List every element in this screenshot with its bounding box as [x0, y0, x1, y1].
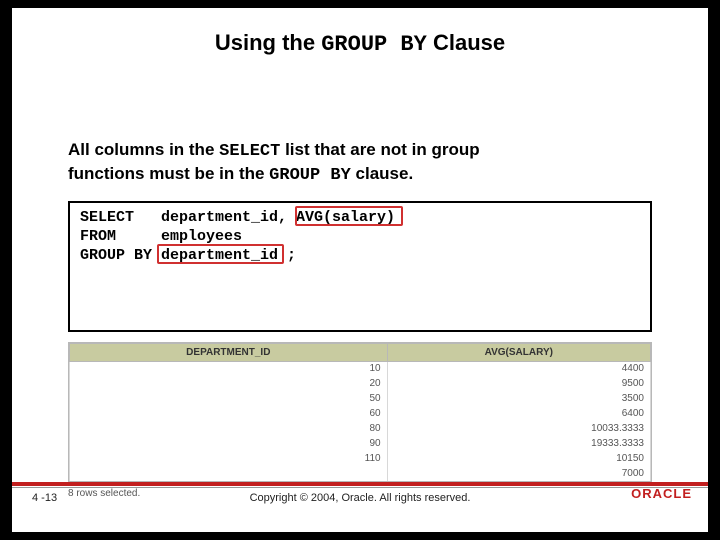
title-mono: GROUP BY [321, 32, 427, 57]
desc-l2a: functions must be in the [68, 164, 269, 183]
footer: 4 -13 Copyright © 2004, Oracle. All righ… [12, 488, 708, 514]
desc-l2b: GROUP BY [269, 166, 351, 185]
page-title: Using the GROUP BY Clause [12, 8, 708, 57]
slide: Using the GROUP BY Clause All columns in… [12, 8, 708, 532]
desc-l2c: clause. [351, 164, 413, 183]
desc-l1a: All columns in the [68, 140, 219, 159]
code-block: SELECT department_id, AVG(salary) FROM e… [68, 201, 652, 332]
table-row: 503500 [70, 391, 651, 406]
copyright-text: Copyright © 2004, Oracle. All rights res… [12, 492, 708, 504]
col-dept: DEPARTMENT_ID [70, 343, 388, 361]
table-row: 209500 [70, 376, 651, 391]
desc-l1c: list that are not in group [280, 140, 479, 159]
description: All columns in the SELECT list that are … [12, 139, 708, 187]
oracle-logo: ORACLE [631, 486, 692, 501]
title-post: Clause [427, 30, 505, 55]
desc-l1b: SELECT [219, 142, 280, 161]
table-row: 7000 [70, 466, 651, 481]
title-pre: Using the [215, 30, 321, 55]
footer-stripe [12, 482, 708, 486]
table-header-row: DEPARTMENT_ID AVG(SALARY) [70, 343, 651, 361]
table-row: 104400 [70, 361, 651, 376]
highlight-deptid [157, 244, 284, 264]
table-row: 606400 [70, 406, 651, 421]
highlight-avg [295, 206, 403, 226]
result-table: DEPARTMENT_ID AVG(SALARY) 104400 209500 … [68, 342, 652, 483]
code-line2: FROM employees [80, 228, 242, 245]
table-row: 9019333.3333 [70, 436, 651, 451]
col-avg: AVG(SALARY) [387, 343, 650, 361]
table-row: 8010033.3333 [70, 421, 651, 436]
table-row: 11010150 [70, 451, 651, 466]
footer-thin-stripe [12, 487, 708, 488]
